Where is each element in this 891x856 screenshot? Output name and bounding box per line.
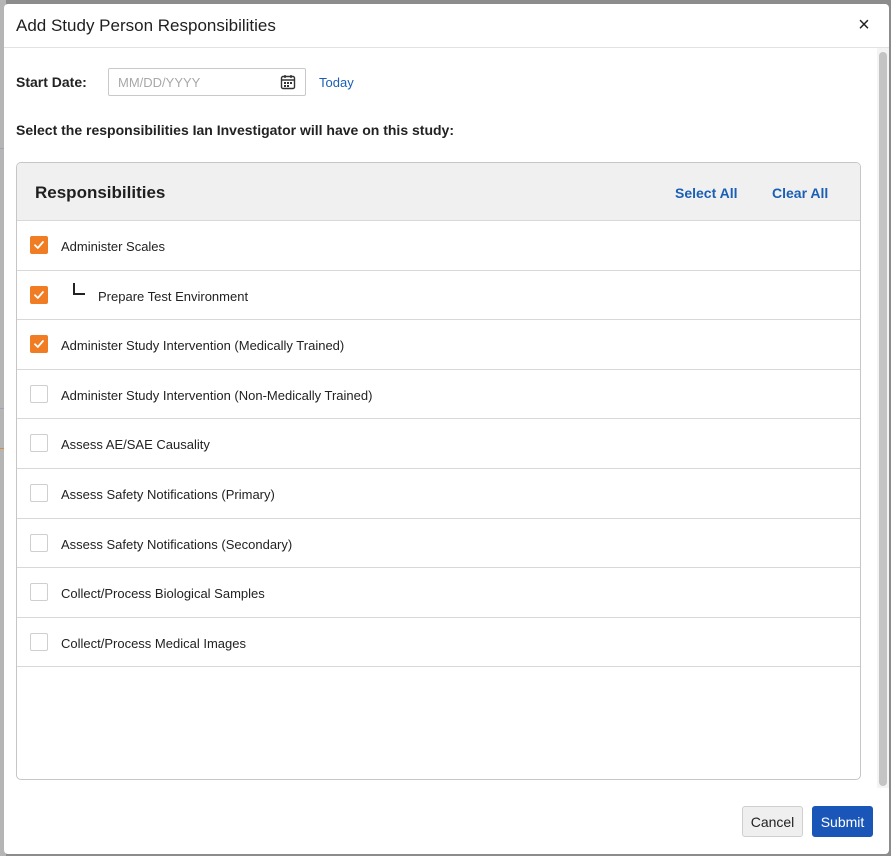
select-all-link[interactable]: Select All — [675, 185, 738, 201]
checkmark-icon — [34, 290, 44, 299]
clear-all-link[interactable]: Clear All — [772, 185, 828, 201]
today-link[interactable]: Today — [319, 75, 354, 90]
responsibility-label: Assess Safety Notifications (Primary) — [61, 486, 275, 502]
responsibility-checkbox[interactable] — [30, 533, 48, 552]
responsibility-label: Assess Safety Notifications (Secondary) — [61, 536, 293, 552]
responsibilities-header: Responsibilities Select All Clear All — [17, 163, 860, 221]
responsibilities-instruction: Select the responsibilities Ian Investig… — [16, 122, 454, 138]
responsibility-label: Assess AE/SAE Causality — [61, 437, 210, 453]
responsibilities-panel: Responsibilities Select All Clear All Ad… — [16, 162, 861, 780]
cancel-button[interactable]: Cancel — [742, 806, 803, 837]
responsibility-row[interactable]: Administer Study Intervention (Medically… — [17, 320, 860, 370]
responsibilities-title: Responsibilities — [35, 183, 166, 202]
start-date-input[interactable] — [108, 68, 306, 96]
responsibility-checkbox[interactable] — [30, 335, 48, 354]
responsibility-checkbox[interactable] — [30, 583, 48, 602]
dialog-titlebar: Add Study Person Responsibilities × — [4, 4, 889, 48]
responsibility-label: Administer Scales — [61, 239, 166, 254]
responsibility-row[interactable]: Administer Study Intervention (Non-Medic… — [17, 370, 860, 420]
responsibility-row[interactable]: Collect/Process Biological Samples — [17, 568, 860, 618]
calendar-icon[interactable] — [280, 74, 296, 90]
responsibility-checkbox[interactable] — [30, 236, 48, 254]
responsibility-checkbox[interactable] — [30, 285, 48, 304]
responsibility-checkbox[interactable] — [30, 384, 48, 403]
responsibility-checkbox[interactable] — [30, 632, 48, 651]
responsibilities-list: Administer Scales Prepare Test Environme… — [17, 221, 860, 668]
dialog-title: Add Study Person Responsibilities — [16, 16, 276, 35]
responsibility-label: Administer Study Intervention (Medically… — [61, 338, 345, 354]
checkmark-icon — [34, 340, 44, 349]
responsibility-label: Administer Study Intervention (Non-Medic… — [61, 387, 373, 403]
responsibility-label: Prepare Test Environment — [98, 288, 249, 304]
responsibility-row[interactable]: Assess Safety Notifications (Secondary) — [17, 519, 860, 569]
scroll-thumb[interactable] — [879, 52, 887, 786]
responsibility-row[interactable]: Assess AE/SAE Causality — [17, 419, 860, 469]
checkmark-icon — [34, 241, 44, 249]
dialog-scrollbar[interactable] — [877, 48, 889, 788]
submit-button[interactable]: Submit — [812, 806, 873, 837]
start-date-label: Start Date: — [16, 74, 87, 90]
add-responsibilities-dialog: Add Study Person Responsibilities × Star… — [4, 4, 889, 854]
responsibility-checkbox[interactable] — [30, 483, 48, 502]
responsibility-row[interactable]: Assess Safety Notifications (Primary) — [17, 469, 860, 519]
responsibility-row[interactable]: Administer Scales — [17, 221, 860, 271]
responsibility-row[interactable]: Prepare Test Environment — [17, 271, 860, 321]
responsibility-label: Collect/Process Biological Samples — [61, 586, 265, 602]
responsibility-label: Collect/Process Medical Images — [61, 635, 246, 651]
responsibility-row[interactable]: Collect/Process Medical Images — [17, 618, 860, 668]
close-icon[interactable]: × — [853, 14, 875, 36]
responsibility-checkbox[interactable] — [30, 434, 48, 453]
tree-connector-icon — [73, 282, 85, 295]
